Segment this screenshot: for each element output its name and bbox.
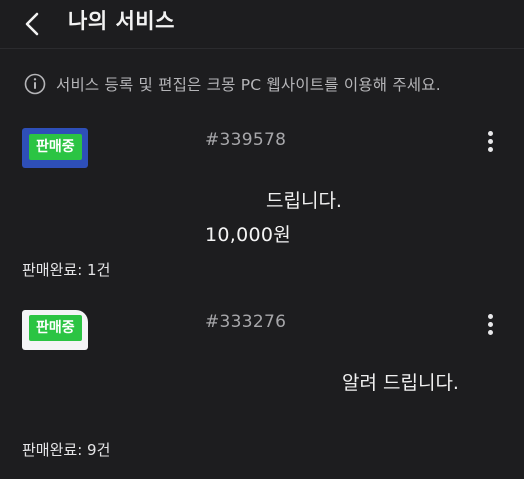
service-id[interactable]: #339578 — [205, 130, 286, 150]
status-badge: 판매중 — [29, 315, 82, 341]
kebab-dot — [487, 330, 493, 335]
info-circle-icon — [24, 73, 46, 95]
page-title: 나의 서비스 — [68, 9, 175, 33]
service-id[interactable]: #333276 — [205, 312, 286, 332]
sold-count: 판매완료: 1건 — [22, 261, 111, 279]
back-button[interactable] — [14, 6, 50, 42]
service-title[interactable]: 알려 드립니다. — [342, 368, 459, 395]
service-price: 10,000원 — [205, 224, 292, 246]
notice-banner: 서비스 등록 및 편집은 크몽 PC 웹사이트를 이용해 주세요. — [24, 70, 441, 98]
notice-text: 서비스 등록 및 편집은 크몽 PC 웹사이트를 이용해 주세요. — [56, 76, 441, 94]
more-options-button[interactable] — [478, 128, 502, 158]
kebab-dot — [487, 131, 493, 136]
kebab-dot — [487, 322, 493, 327]
more-options-button[interactable] — [478, 311, 502, 341]
status-badge: 판매중 — [29, 134, 82, 160]
kebab-dot — [487, 314, 493, 319]
service-title[interactable]: 드립니다. — [266, 186, 342, 213]
kebab-dot — [487, 147, 493, 152]
sold-count: 판매완료: 9건 — [22, 441, 111, 459]
chevron-left-icon — [25, 12, 39, 36]
kebab-dot — [487, 139, 493, 144]
app-header: 나의 서비스 — [0, 0, 524, 49]
